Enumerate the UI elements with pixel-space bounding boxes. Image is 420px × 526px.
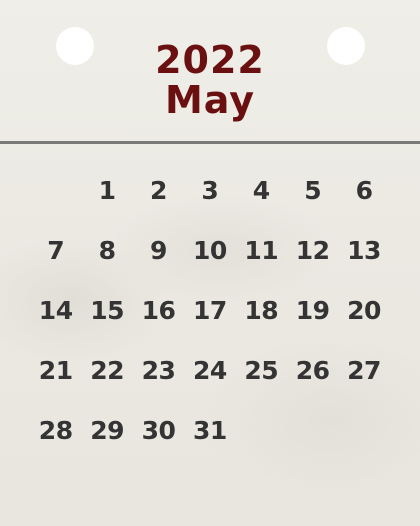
day-cell-5: 5 <box>304 175 322 205</box>
day-cell-19: 19 <box>295 295 330 325</box>
day-cell-10: 10 <box>192 235 227 265</box>
day-cell-27: 27 <box>347 355 381 385</box>
day-cell-4: 4 <box>252 175 270 205</box>
day-cell-14: 14 <box>38 295 73 325</box>
day-cell-28: 28 <box>38 415 73 445</box>
day-cell-6: 6 <box>355 175 373 205</box>
day-grid: 1 2 3 4 5 6 7 8 9 10 11 12 13 14 15 16 17 18 19 20 21 22 23 24 2… <box>30 160 390 460</box>
header-divider <box>0 141 420 144</box>
day-cell-23: 23 <box>141 355 176 385</box>
year-label: 2022 <box>155 38 265 82</box>
day-cell-11: 11 <box>244 235 279 265</box>
day-cell-8: 8 <box>98 235 116 265</box>
day-cell-29: 29 <box>90 415 124 445</box>
calendar-header: 2022 May <box>0 40 420 120</box>
day-cell-2: 2 <box>150 175 167 205</box>
day-cell-empty <box>30 160 81 220</box>
day-cell-16: 16 <box>141 295 176 325</box>
day-cell-30: 30 <box>141 415 176 445</box>
day-cell-25: 25 <box>244 355 279 385</box>
day-cell-3: 3 <box>201 175 219 205</box>
day-cell-20: 20 <box>347 295 381 325</box>
day-cell-7: 7 <box>47 235 65 265</box>
day-cell-22: 22 <box>90 355 124 385</box>
month-label: May <box>164 78 256 122</box>
day-cell-26: 26 <box>295 355 330 385</box>
calendar-page: 2022 May 1 2 3 4 5 6 7 8 9 10 11 12 13 14 15 16 17 18 19 20… <box>0 0 420 526</box>
day-cell-24: 24 <box>192 355 227 385</box>
day-cell-15: 15 <box>90 295 124 325</box>
day-cell-17: 17 <box>192 295 227 325</box>
day-cell-18: 18 <box>244 295 279 325</box>
day-cell-9: 9 <box>150 235 167 265</box>
day-cell-13: 13 <box>347 235 381 265</box>
day-cell-12: 12 <box>295 235 330 265</box>
day-cell-1: 1 <box>98 175 116 205</box>
day-cell-21: 21 <box>38 355 73 385</box>
day-cell-31: 31 <box>192 415 227 445</box>
